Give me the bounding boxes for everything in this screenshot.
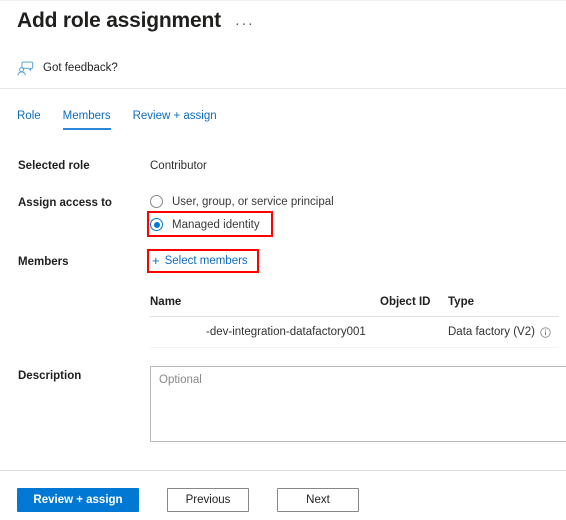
cell-type: Data factory (V2) bbox=[448, 326, 559, 338]
column-header-type: Type bbox=[448, 296, 474, 308]
tab-role[interactable]: Role bbox=[17, 110, 41, 130]
header-divider bbox=[0, 88, 566, 89]
cell-name: -dev-integration-datafactory001 bbox=[150, 326, 380, 338]
member-name-text: -dev-integration-datafactory001 bbox=[206, 326, 366, 338]
footer-divider bbox=[0, 470, 566, 471]
tab-members[interactable]: Members bbox=[62, 110, 111, 130]
redacted-name-prefix bbox=[150, 327, 206, 338]
radio-label-user-group: User, group, or service principal bbox=[172, 195, 334, 208]
selected-role-label: Selected role bbox=[18, 160, 90, 172]
column-header-object-id: Object ID bbox=[380, 296, 431, 308]
next-button[interactable]: Next bbox=[277, 488, 359, 512]
review-and-assign-button[interactable]: Review + assign bbox=[17, 488, 139, 512]
feedback-person-icon bbox=[17, 60, 34, 76]
page-title: Add role assignment bbox=[17, 9, 221, 32]
radio-label-managed-identity: Managed identity bbox=[172, 218, 260, 231]
radio-checked-icon bbox=[150, 218, 163, 231]
column-header-name: Name bbox=[150, 296, 182, 308]
footer-actions: Review + assign Previous Next bbox=[17, 488, 359, 512]
members-table: Name Object ID Type -dev-integration-dat… bbox=[150, 296, 559, 348]
select-members-link[interactable]: + Select members bbox=[152, 253, 248, 268]
tab-review-assign[interactable]: Review + assign bbox=[133, 110, 217, 130]
info-icon[interactable] bbox=[540, 326, 551, 338]
radio-unchecked-icon bbox=[150, 195, 163, 208]
description-input[interactable] bbox=[150, 366, 566, 442]
table-header-row: Name Object ID Type bbox=[150, 296, 559, 317]
member-type-text: Data factory (V2) bbox=[448, 326, 535, 338]
got-feedback-link[interactable]: Got feedback? bbox=[17, 60, 118, 76]
wizard-tabs: Role Members Review + assign bbox=[17, 110, 239, 130]
radio-managed-identity[interactable]: Managed identity bbox=[150, 218, 260, 231]
plus-icon: + bbox=[152, 253, 160, 268]
members-label: Members bbox=[18, 256, 69, 268]
description-label: Description bbox=[18, 370, 82, 382]
page-header: Add role assignment ··· bbox=[17, 8, 254, 34]
radio-user-group-service-principal[interactable]: User, group, or service principal bbox=[150, 195, 334, 208]
assign-access-to-label: Assign access to bbox=[18, 197, 112, 209]
previous-button[interactable]: Previous bbox=[167, 488, 249, 512]
top-hairline bbox=[0, 0, 566, 1]
got-feedback-label: Got feedback? bbox=[43, 62, 118, 74]
ellipsis-icon[interactable]: ··· bbox=[235, 12, 255, 31]
table-row[interactable]: -dev-integration-datafactory001 Data fac… bbox=[150, 317, 559, 348]
selected-role-value: Contributor bbox=[150, 160, 207, 172]
select-members-label: Select members bbox=[164, 255, 248, 267]
